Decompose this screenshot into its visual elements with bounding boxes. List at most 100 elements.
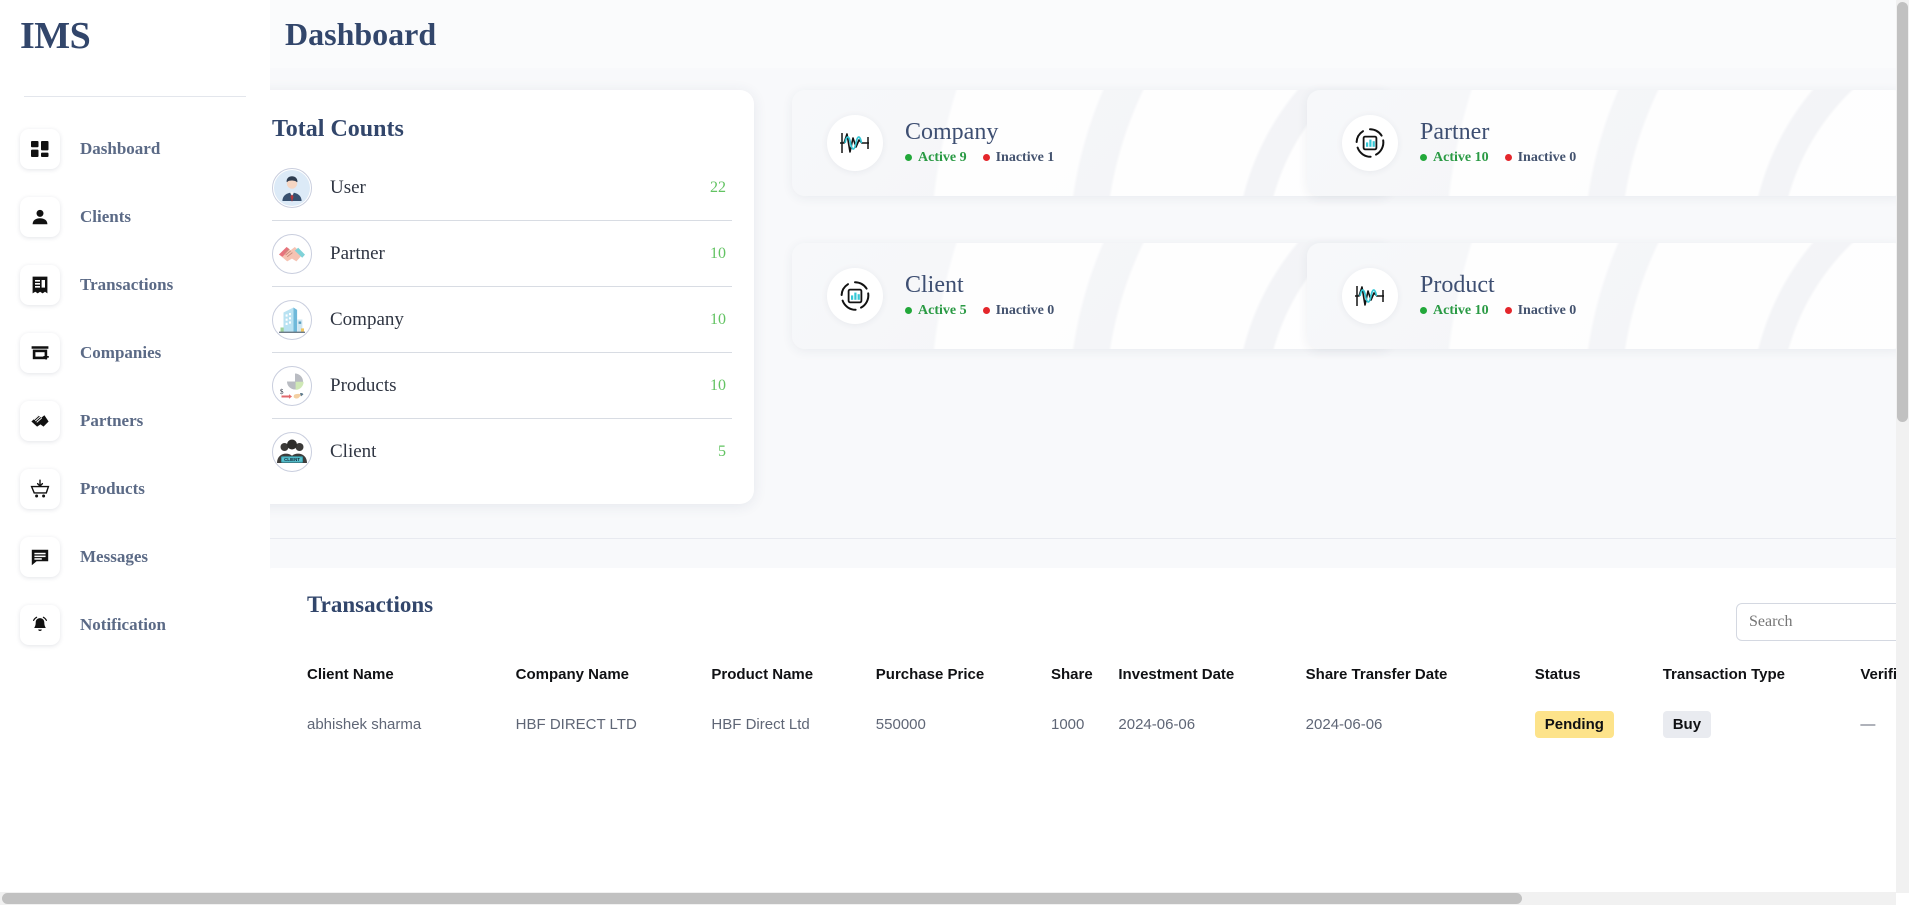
count-value: 10 <box>710 376 726 394</box>
count-value: 10 <box>710 310 726 328</box>
count-value: 5 <box>718 443 726 460</box>
stat-card-company[interactable]: Company Active 9 Inactive 1 <box>792 90 1391 196</box>
transactions-title: Transactions <box>307 592 434 617</box>
count-label: Client <box>330 441 377 462</box>
count-row-user[interactable]: User 22 <box>272 155 732 221</box>
grid-icon <box>20 128 60 169</box>
inactive-count: Inactive 0 <box>1517 149 1577 165</box>
sidebar-item-label: Messages <box>80 546 148 566</box>
chat-icon <box>20 536 60 577</box>
stat-text: Client Active 5 Inactive 0 <box>905 272 1054 319</box>
horizontal-scrollbar-thumb[interactable] <box>2 893 1522 904</box>
stat-card-meta: Active 9 Inactive 1 <box>905 150 1054 166</box>
stat-card-title: Client <box>905 272 964 299</box>
column-share-transfer-date[interactable]: Share Transfer Date <box>1306 658 1535 699</box>
user-avatar-icon <box>272 167 312 208</box>
cell-product-name: HBF Direct Ltd <box>711 716 810 733</box>
sidebar-item-products[interactable]: Products <box>0 463 270 514</box>
inactive-pill: Inactive 1 <box>982 150 1054 166</box>
store-add-icon <box>20 332 60 373</box>
sidebar-item-companies[interactable]: Companies <box>0 327 270 378</box>
transactions-card: Transactions Client Name Company Name Pr… <box>268 568 1909 905</box>
count-value: 22 <box>710 178 726 196</box>
receipt-icon <box>20 264 60 305</box>
inactive-dot-icon <box>1504 307 1512 315</box>
sidebar-nav: Dashboard Clients Transactions Companies <box>0 123 270 650</box>
count-row-partner[interactable]: Partner 10 <box>272 221 732 287</box>
table-body: abhishek sharma HBF DIRECT LTD HBF Direc… <box>268 699 1909 750</box>
count-row-client[interactable]: CLIENT Client 5 <box>272 419 732 485</box>
sidebar-item-transactions[interactable]: Transactions <box>0 259 270 310</box>
active-pill: Active 10 <box>1420 303 1489 319</box>
count-row-products[interactable]: $ Products 10 <box>272 353 732 419</box>
vertical-scrollbar-thumb[interactable] <box>1897 2 1908 422</box>
table-row[interactable]: abhishek sharma HBF DIRECT LTD HBF Direc… <box>268 699 1909 750</box>
stat-card-client[interactable]: Client Active 5 Inactive 0 <box>792 243 1391 349</box>
cell-purchase-price: 550000 <box>875 716 926 733</box>
horizontal-scrollbar[interactable] <box>0 892 1896 905</box>
inactive-count: Inactive 0 <box>995 302 1055 318</box>
svg-text:CLIENT: CLIENT <box>284 457 300 462</box>
transactions-panel: Transactions Client Name Company Name Pr… <box>238 538 1909 905</box>
column-purchase-price[interactable]: Purchase Price <box>876 658 1051 699</box>
column-share[interactable]: Share <box>1051 658 1118 699</box>
count-label: Partner <box>330 242 385 264</box>
search-input[interactable] <box>1736 603 1909 641</box>
cell-client-name: abhishek sharma <box>307 716 422 733</box>
cart-icon <box>20 468 60 509</box>
cell-company-name: HBF DIRECT LTD <box>515 716 637 733</box>
money-chart-avatar-icon: $ <box>272 365 312 406</box>
dashboard-page: IMS Dashboard Clients Transactions Compa… <box>0 0 1909 905</box>
column-transaction-type[interactable]: Transaction Type <box>1663 658 1861 699</box>
column-status[interactable]: Status <box>1535 658 1663 699</box>
status-badge: Pending <box>1534 711 1614 738</box>
cell-transaction-type: Buy <box>1662 699 1861 750</box>
sidebar-item-label: Companies <box>80 342 162 362</box>
column-product-name[interactable]: Product Name <box>711 658 875 699</box>
count-label: Company <box>330 308 404 330</box>
table-header: Client Name Company Name Product Name Pu… <box>268 658 1909 699</box>
inactive-pill: Inactive 0 <box>982 302 1055 319</box>
stat-text: Partner Active 10 Inactive 0 <box>1420 119 1577 166</box>
building-avatar-icon <box>272 299 312 340</box>
sidebar-item-clients[interactable]: Clients <box>0 191 270 242</box>
inactive-pill: Inactive 0 <box>1504 303 1576 319</box>
active-dot-icon <box>905 154 912 162</box>
sidebar-item-label: Products <box>80 478 145 498</box>
column-client-name[interactable]: Client Name <box>268 658 516 699</box>
stat-text: Company Active 9 Inactive 1 <box>905 119 1054 166</box>
transactions-header: Transactions <box>268 592 1909 618</box>
donut-chart-icon <box>827 268 883 324</box>
stat-card-meta: Active 5 Inactive 0 <box>905 303 1054 319</box>
sidebar-item-label: Notification <box>80 614 166 634</box>
vertical-scrollbar[interactable] <box>1896 0 1909 893</box>
count-value: 10 <box>710 244 726 262</box>
stat-text: Product Active 10 Inactive 0 <box>1420 272 1576 319</box>
page-title: Dashboard <box>285 15 437 52</box>
inactive-pill: Inactive 0 <box>1504 149 1577 166</box>
sidebar-divider <box>24 96 246 97</box>
sidebar-item-notification[interactable]: Notification <box>0 599 270 650</box>
sidebar-item-dashboard[interactable]: Dashboard <box>0 123 270 174</box>
active-pill: Active 9 <box>905 150 967 166</box>
count-row-company[interactable]: Company 10 <box>272 287 732 353</box>
stat-card-partner[interactable]: Partner Active 10 Inactive 0 <box>1307 90 1906 196</box>
cell-share-transfer-date: 2024-06-06 <box>1305 716 1383 733</box>
stat-card-product[interactable]: Product Active 10 Inactive 0 <box>1307 243 1906 349</box>
person-icon <box>20 196 60 237</box>
stat-card-title: Product <box>1420 272 1495 299</box>
inactive-dot-icon <box>1504 154 1512 162</box>
stat-card-title: Partner <box>1420 119 1490 146</box>
sidebar-item-partners[interactable]: Partners <box>0 395 270 446</box>
column-company-name[interactable]: Company Name <box>516 658 712 699</box>
table-header-row: Client Name Company Name Product Name Pu… <box>268 658 1909 699</box>
inactive-dot-icon <box>982 307 990 315</box>
sidebar-item-messages[interactable]: Messages <box>0 531 270 582</box>
column-investment-date[interactable]: Investment Date <box>1118 658 1305 699</box>
sidebar-item-label: Clients <box>80 206 131 226</box>
active-pill: Active 10 <box>1420 150 1489 166</box>
active-count: Active 10 <box>1433 149 1489 165</box>
sidebar-item-label: Dashboard <box>80 138 161 158</box>
app-logo[interactable]: IMS <box>0 0 270 58</box>
transaction-type-badge: Buy <box>1662 711 1712 738</box>
